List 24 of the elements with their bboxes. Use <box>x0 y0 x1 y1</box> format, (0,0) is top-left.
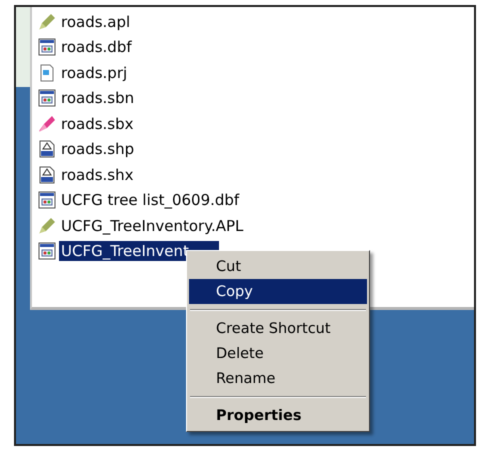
file-name[interactable]: roads.apl <box>59 12 132 32</box>
file-name[interactable]: UCFG_TreeInventory.APL <box>59 216 246 236</box>
file-name[interactable]: roads.sbn <box>59 88 136 108</box>
file-name[interactable]: roads.dbf <box>59 37 134 58</box>
eraser-icon <box>38 114 56 133</box>
table-window-icon <box>38 191 56 210</box>
menu-item[interactable]: Delete <box>189 341 367 366</box>
file-name[interactable]: roads.shx <box>59 164 136 185</box>
file-name[interactable]: UCFG tree list_0609.dbf <box>59 190 242 210</box>
shape-document-icon <box>38 166 56 184</box>
table-window-icon <box>38 89 56 108</box>
file-name[interactable]: roads.sbx <box>59 114 136 134</box>
menu-item[interactable]: Rename <box>189 366 367 391</box>
menu-item[interactable]: Copy <box>189 279 367 304</box>
pencil-icon <box>38 216 56 235</box>
table-window-icon <box>38 38 56 56</box>
menu-item[interactable]: Create Shortcut <box>189 316 367 341</box>
table-window-icon <box>38 242 56 260</box>
file-name[interactable]: roads.shp <box>59 139 136 160</box>
menu-item[interactable]: Properties <box>189 403 367 428</box>
shape-document-icon <box>38 140 56 158</box>
document-icon <box>38 64 56 82</box>
pencil-icon <box>38 12 56 31</box>
file-name[interactable]: roads.prj <box>59 62 130 83</box>
